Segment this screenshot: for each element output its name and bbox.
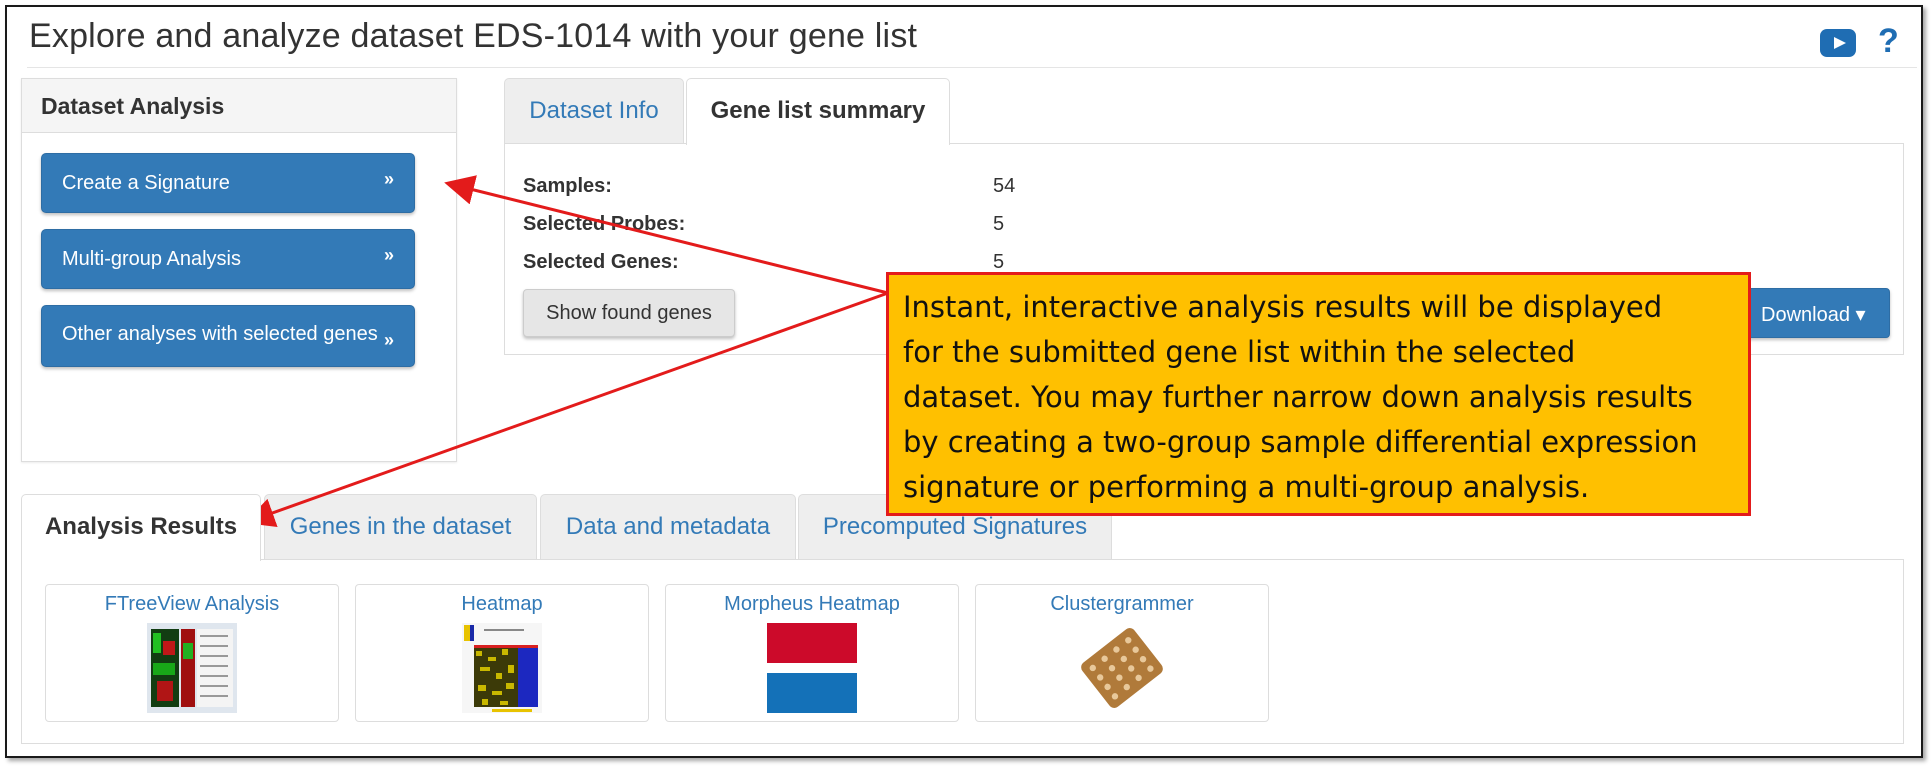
callout-line: for the submitted gene list within the s…: [903, 335, 1576, 369]
tab-gene-list-summary[interactable]: Gene list summary: [686, 78, 950, 145]
arrow-to-create-signature: [444, 175, 889, 295]
callout-line: signature or performing a multi-group an…: [903, 470, 1590, 504]
annotation-callout: Instant, interactive analysis results wi…: [886, 272, 1751, 516]
arrow-to-analysis-results: [244, 291, 889, 528]
callout-line: dataset. You may further narrow down ana…: [903, 380, 1693, 414]
callout-line: by creating a two-group sample different…: [903, 425, 1698, 459]
tab-analysis-results[interactable]: Analysis Results: [21, 494, 261, 561]
callout-line: Instant, interactive analysis results wi…: [903, 290, 1663, 324]
